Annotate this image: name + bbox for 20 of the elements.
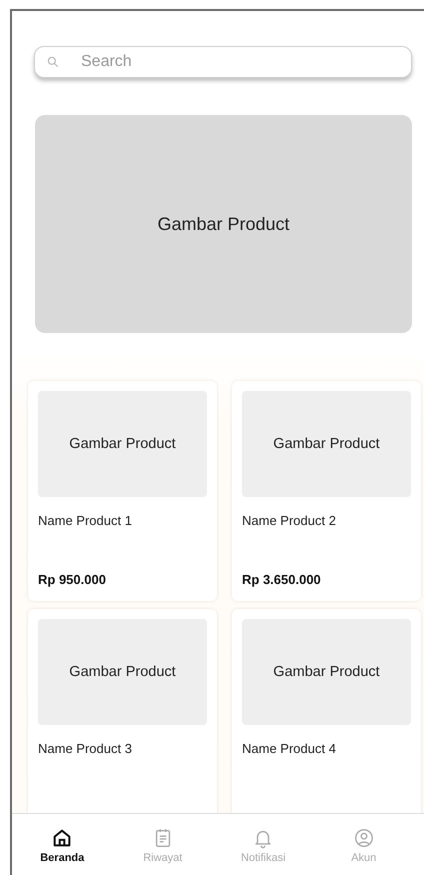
product-card[interactable]: Gambar Product Name Product 3 [28, 609, 217, 813]
product-card[interactable]: Gambar Product Name Product 1 Rp 950.000 [28, 381, 217, 601]
banner-label: Gambar Product [157, 214, 290, 234]
nav-tab[interactable]: Beranda [27, 814, 98, 875]
product-name: Name Product 3 [38, 741, 133, 756]
image-label: Gambar Product [273, 664, 380, 680]
product-name: Name Product 4 [242, 741, 337, 756]
product-card[interactable]: Gambar Product Name Product 2 Rp 3.650.000 [232, 381, 421, 601]
product-price: Rp 950.000 [38, 572, 107, 587]
search-icon [46, 55, 60, 69]
product-name: Name Product 1 [38, 513, 133, 528]
product-price: Rp 3.650.000 [242, 572, 322, 587]
home-icon [51, 827, 74, 849]
product-name: Name Product 2 [242, 513, 337, 528]
search-field[interactable]: Search [34, 46, 412, 78]
image-label: Gambar Product [69, 664, 176, 680]
image-label: Gambar Product [69, 436, 176, 452]
product-card[interactable]: Gambar Product Name Product 4 [232, 609, 421, 813]
image-label: Gambar Product [273, 436, 380, 452]
user-icon [352, 827, 375, 849]
